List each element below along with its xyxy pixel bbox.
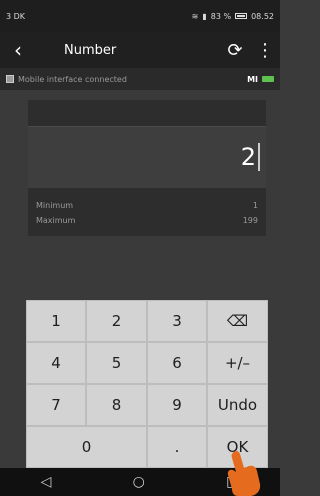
connection-signal-icon	[262, 76, 274, 82]
key-5[interactable]: 5	[86, 342, 147, 384]
nav-home-icon[interactable]: ○	[133, 474, 145, 490]
app-bar: ‹ Number ⟳ ⋮	[0, 32, 280, 68]
clock: 08.52	[251, 11, 274, 21]
wifi-icon: ≋	[191, 11, 199, 21]
decimal-key[interactable]: .	[147, 426, 207, 468]
connection-left: Mobile interface connected	[6, 75, 127, 84]
refresh-icon[interactable]: ⟳	[220, 40, 250, 61]
value-field[interactable]: 2	[28, 126, 266, 188]
battery-icon	[235, 13, 248, 19]
nav-back-icon[interactable]: ◁	[41, 474, 52, 490]
key-1[interactable]: 1	[26, 300, 86, 342]
backspace-key[interactable]: ⌫	[207, 300, 268, 342]
mi-logo: MI	[247, 74, 258, 84]
more-icon[interactable]: ⋮	[250, 40, 280, 61]
minimum-label: Minimum	[36, 201, 74, 210]
backspace-icon: ⌫	[226, 312, 249, 330]
signal-icon: ▮	[202, 11, 207, 21]
key-9[interactable]: 9	[147, 384, 207, 426]
status-bar: 3 DK ≋ ▮ 83 % 08.52	[0, 0, 280, 32]
maximum-label: Maximum	[36, 216, 76, 225]
key-7[interactable]: 7	[26, 384, 86, 426]
battery-percent: 83 %	[210, 11, 232, 21]
maximum-value: 199	[242, 216, 258, 225]
value-text: 2	[240, 143, 256, 171]
text-caret	[258, 143, 260, 171]
key-0[interactable]: 0	[26, 426, 147, 468]
limits: Minimum 1 Maximum 199	[28, 198, 266, 228]
maximum-row: Maximum 199	[28, 213, 266, 228]
connection-checkbox	[6, 75, 14, 83]
connection-bar: Mobile interface connected MI	[0, 68, 280, 90]
key-6[interactable]: 6	[147, 342, 207, 384]
keypad: 1 2 3 ⌫ 4 5 6 +/– 7 8 9 Undo 0 . OK	[26, 300, 268, 468]
status-right: ≋ ▮ 83 % 08.52	[192, 12, 274, 21]
minimum-row: Minimum 1	[28, 198, 266, 213]
key-3[interactable]: 3	[147, 300, 207, 342]
pointing-hand-icon	[227, 450, 261, 496]
connection-label: Mobile interface connected	[18, 74, 127, 84]
page-title: Number	[64, 42, 117, 58]
minimum-value: 1	[252, 201, 258, 210]
back-icon[interactable]: ‹	[0, 38, 36, 62]
key-2[interactable]: 2	[86, 300, 147, 342]
key-8[interactable]: 8	[86, 384, 147, 426]
key-4[interactable]: 4	[26, 342, 86, 384]
connection-right: MI	[247, 75, 274, 84]
undo-key[interactable]: Undo	[207, 384, 268, 426]
status-left: 3 DK	[6, 11, 26, 21]
number-panel: 2 Minimum 1 Maximum 199	[28, 100, 266, 236]
plus-minus-key[interactable]: +/–	[207, 342, 268, 384]
